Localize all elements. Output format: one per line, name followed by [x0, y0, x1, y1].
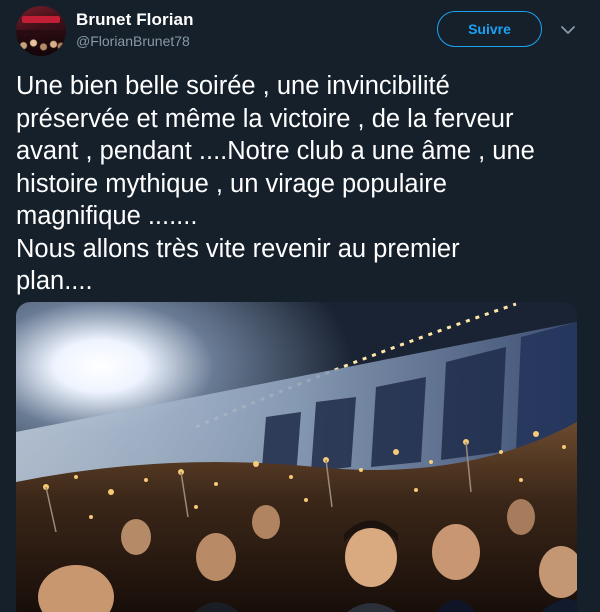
- display-name[interactable]: Brunet Florian: [76, 10, 194, 30]
- follow-button[interactable]: Suivre: [437, 11, 542, 47]
- tweet-photo[interactable]: [16, 302, 577, 612]
- tweet-text-line: Une bien belle soirée , une invincibilit…: [16, 72, 450, 100]
- tweet-card: Brunet Florian @FlorianBrunet78 Suivre U…: [0, 0, 600, 612]
- tweet-text-line: avant , pendant ....Notre club a une âme…: [16, 137, 535, 165]
- tweet-text: Une bien belle soirée , une invincibilit…: [16, 70, 576, 298]
- avatar-crowd: [16, 30, 66, 56]
- user-handle[interactable]: @FlorianBrunet78: [76, 33, 190, 49]
- tweet-text-line: préservée et même la victoire , de la fe…: [16, 104, 514, 133]
- tweet-text-line: magnifique .......: [16, 202, 198, 230]
- avatar-banner: [22, 16, 60, 23]
- tweet-text-line: histoire mythique , un virage populaire: [16, 169, 447, 198]
- chevron-down-icon[interactable]: [558, 20, 578, 40]
- tweet-text-line: Nous allons très vite revenir au premier: [16, 234, 460, 263]
- stadium-crowd-photo-icon: [16, 302, 577, 612]
- avatar[interactable]: [16, 6, 66, 56]
- tweet-text-line: plan....: [16, 267, 93, 295]
